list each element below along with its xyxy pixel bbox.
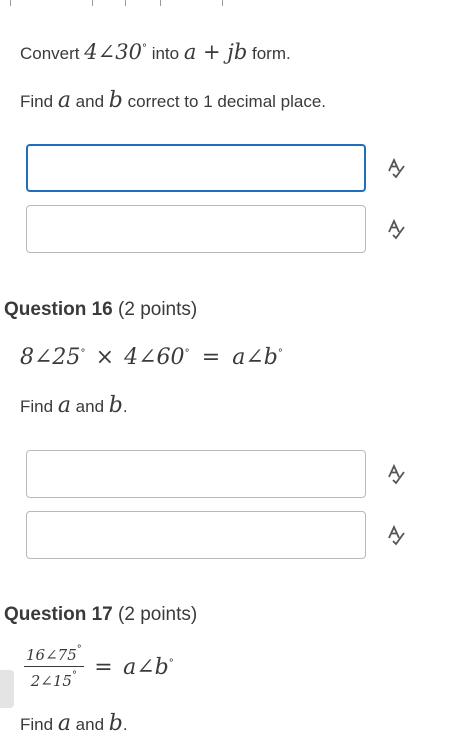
q15-expression: 4∠30° [84, 40, 147, 64]
find-label: Find [20, 92, 54, 111]
question-number: Question 16 [4, 299, 113, 320]
degree-mark: ° [184, 348, 190, 359]
q15-suffix: form. [252, 44, 291, 63]
times-operator: × [95, 345, 114, 370]
fraction-numerator: 16∠75 [26, 646, 77, 664]
q17-equation: 16∠75° 2∠15° = a∠b° [24, 644, 174, 694]
var-a: a [57, 393, 71, 418]
q15-expr-text: 4∠30 [84, 40, 142, 64]
q16-result: a∠b [232, 345, 278, 370]
q15-mid: into [151, 44, 180, 63]
find-suffix: . [122, 715, 128, 734]
q15-prompt: Convert 4∠30° into a + jb form. [20, 36, 291, 64]
and-label: and [75, 715, 105, 734]
and-label: and [75, 92, 105, 111]
and-label: and [75, 397, 105, 416]
equals-operator: = [201, 345, 221, 370]
degree-mark: ° [168, 657, 174, 669]
var-b: b [108, 393, 123, 418]
fraction-denominator: 2∠15 [30, 672, 72, 690]
q16-answer-a-input[interactable] [26, 450, 366, 498]
find-suffix: correct to 1 decimal place. [127, 92, 327, 111]
q15-answer-a-input[interactable] [26, 144, 366, 192]
side-tab[interactable] [0, 670, 14, 708]
var-b: b [108, 711, 123, 736]
equals-operator: = [94, 654, 113, 680]
q15-prefix: Convert [20, 44, 80, 63]
degree-mark: ° [80, 348, 86, 359]
spell-check-icon[interactable] [385, 218, 407, 240]
q17-fraction: 16∠75° 2∠15° [24, 644, 84, 690]
find-label: Find [20, 715, 54, 734]
q15-form-expression: a + jb [183, 40, 248, 64]
degree-mark: ° [76, 644, 82, 655]
question-17-title: Question 17 (2 points) [4, 602, 197, 628]
var-b: b [108, 88, 123, 113]
question-points: (2 points) [118, 299, 198, 320]
q15-answer-b-input[interactable] [26, 205, 366, 253]
degree-mark: ° [71, 670, 77, 681]
question-points: (2 points) [118, 604, 198, 625]
q16-term-1: 8∠25 [20, 345, 81, 370]
spell-check-icon[interactable] [385, 524, 407, 546]
degree-mark: ° [277, 348, 283, 359]
var-a: a [57, 88, 71, 113]
q16-instructions: Find a and b. [20, 393, 128, 419]
var-a: a [57, 711, 71, 736]
find-suffix: . [122, 397, 128, 416]
find-label: Find [20, 397, 54, 416]
q15-instructions: Find a and b correct to 1 decimal place. [20, 88, 326, 114]
degree-mark: ° [141, 43, 147, 54]
q17-result: a∠b [123, 654, 169, 680]
q16-answer-b-input[interactable] [26, 511, 366, 559]
spell-check-icon[interactable] [385, 157, 407, 179]
q16-term-2: 4∠60 [124, 345, 185, 370]
q16-equation: 8∠25° × 4∠60° = a∠b° [20, 338, 283, 370]
question-number: Question 17 [4, 604, 113, 625]
question-16-title: Question 16 (2 points) [4, 297, 197, 323]
q17-instructions: Find a and b. [20, 711, 128, 737]
spell-check-icon[interactable] [385, 463, 407, 485]
